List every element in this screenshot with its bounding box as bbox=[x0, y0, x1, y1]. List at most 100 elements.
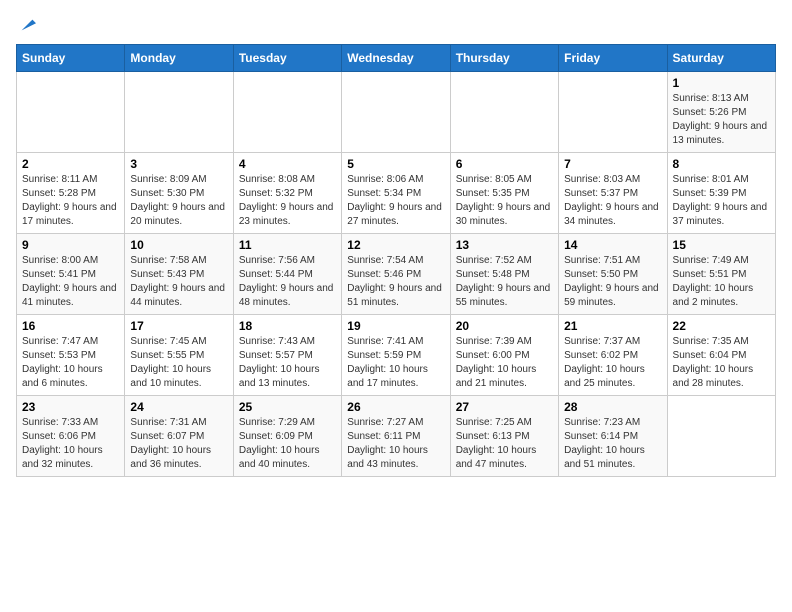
calendar-cell: 24 Sunrise: 7:31 AM Sunset: 6:07 PM Dayli… bbox=[125, 396, 233, 477]
day-number: 11 bbox=[239, 238, 336, 252]
day-number: 17 bbox=[130, 319, 227, 333]
day-number: 15 bbox=[673, 238, 770, 252]
calendar-header-row: SundayMondayTuesdayWednesdayThursdayFrid… bbox=[17, 45, 776, 72]
calendar-cell: 21 Sunrise: 7:37 AM Sunset: 6:02 PM Dayli… bbox=[559, 315, 667, 396]
day-info: Sunrise: 8:05 AM Sunset: 5:35 PM Dayligh… bbox=[456, 173, 553, 229]
day-number: 27 bbox=[456, 400, 553, 414]
column-header-wednesday: Wednesday bbox=[342, 45, 450, 72]
calendar-cell: 17 Sunrise: 7:45 AM Sunset: 5:55 PM Dayli… bbox=[125, 315, 233, 396]
column-header-saturday: Saturday bbox=[667, 45, 775, 72]
calendar-cell: 22Sunrise: 7:35 AM Sunset: 6:04 PM Dayli… bbox=[667, 315, 775, 396]
day-info: Sunrise: 7:45 AM Sunset: 5:55 PM Dayligh… bbox=[130, 335, 227, 391]
calendar-week-3: 9 Sunrise: 8:00 AM Sunset: 5:41 PM Daylig… bbox=[17, 234, 776, 315]
calendar-week-2: 2 Sunrise: 8:11 AM Sunset: 5:28 PM Daylig… bbox=[17, 153, 776, 234]
day-number: 14 bbox=[564, 238, 661, 252]
day-number: 9 bbox=[22, 238, 119, 252]
day-info: Sunrise: 7:49 AM Sunset: 5:51 PM Dayligh… bbox=[673, 254, 770, 310]
calendar-cell: 13 Sunrise: 7:52 AM Sunset: 5:48 PM Dayli… bbox=[450, 234, 558, 315]
calendar-cell: 25 Sunrise: 7:29 AM Sunset: 6:09 PM Dayli… bbox=[233, 396, 341, 477]
calendar-cell: 2 Sunrise: 8:11 AM Sunset: 5:28 PM Daylig… bbox=[17, 153, 125, 234]
day-info: Sunrise: 8:03 AM Sunset: 5:37 PM Dayligh… bbox=[564, 173, 661, 229]
day-number: 16 bbox=[22, 319, 119, 333]
calendar-cell bbox=[667, 396, 775, 477]
day-number: 4 bbox=[239, 157, 336, 171]
day-info: Sunrise: 8:01 AM Sunset: 5:39 PM Dayligh… bbox=[673, 173, 770, 229]
day-number: 7 bbox=[564, 157, 661, 171]
day-info: Sunrise: 7:39 AM Sunset: 6:00 PM Dayligh… bbox=[456, 335, 553, 391]
calendar-cell: 16 Sunrise: 7:47 AM Sunset: 5:53 PM Dayli… bbox=[17, 315, 125, 396]
calendar-cell: 19 Sunrise: 7:41 AM Sunset: 5:59 PM Dayli… bbox=[342, 315, 450, 396]
day-info: Sunrise: 8:09 AM Sunset: 5:30 PM Dayligh… bbox=[130, 173, 227, 229]
calendar-cell: 7 Sunrise: 8:03 AM Sunset: 5:37 PM Daylig… bbox=[559, 153, 667, 234]
logo bbox=[16, 16, 36, 34]
day-number: 8 bbox=[673, 157, 770, 171]
calendar-cell bbox=[342, 72, 450, 153]
day-number: 2 bbox=[22, 157, 119, 171]
day-info: Sunrise: 7:51 AM Sunset: 5:50 PM Dayligh… bbox=[564, 254, 661, 310]
calendar-cell: 4 Sunrise: 8:08 AM Sunset: 5:32 PM Daylig… bbox=[233, 153, 341, 234]
calendar-cell: 23 Sunrise: 7:33 AM Sunset: 6:06 PM Dayli… bbox=[17, 396, 125, 477]
day-number: 1 bbox=[673, 76, 770, 90]
day-number: 24 bbox=[130, 400, 227, 414]
day-number: 20 bbox=[456, 319, 553, 333]
calendar-cell: 8 Sunrise: 8:01 AM Sunset: 5:39 PM Daylig… bbox=[667, 153, 775, 234]
calendar-cell: 14 Sunrise: 7:51 AM Sunset: 5:50 PM Dayli… bbox=[559, 234, 667, 315]
calendar-cell: 28 Sunrise: 7:23 AM Sunset: 6:14 PM Dayli… bbox=[559, 396, 667, 477]
calendar-table: SundayMondayTuesdayWednesdayThursdayFrid… bbox=[16, 44, 776, 477]
calendar-cell: 18 Sunrise: 7:43 AM Sunset: 5:57 PM Dayli… bbox=[233, 315, 341, 396]
calendar-cell: 15 Sunrise: 7:49 AM Sunset: 5:51 PM Dayli… bbox=[667, 234, 775, 315]
day-info: Sunrise: 7:56 AM Sunset: 5:44 PM Dayligh… bbox=[239, 254, 336, 310]
calendar-week-1: 1Sunrise: 8:13 AM Sunset: 5:26 PM Daylig… bbox=[17, 72, 776, 153]
day-number: 10 bbox=[130, 238, 227, 252]
calendar-week-4: 16 Sunrise: 7:47 AM Sunset: 5:53 PM Dayli… bbox=[17, 315, 776, 396]
column-header-thursday: Thursday bbox=[450, 45, 558, 72]
day-info: Sunrise: 8:11 AM Sunset: 5:28 PM Dayligh… bbox=[22, 173, 119, 229]
day-number: 18 bbox=[239, 319, 336, 333]
calendar-cell: 6 Sunrise: 8:05 AM Sunset: 5:35 PM Daylig… bbox=[450, 153, 558, 234]
day-number: 23 bbox=[22, 400, 119, 414]
day-info: Sunrise: 7:54 AM Sunset: 5:46 PM Dayligh… bbox=[347, 254, 444, 310]
calendar-cell: 3 Sunrise: 8:09 AM Sunset: 5:30 PM Daylig… bbox=[125, 153, 233, 234]
day-info: Sunrise: 7:31 AM Sunset: 6:07 PM Dayligh… bbox=[130, 416, 227, 472]
calendar-cell: 20 Sunrise: 7:39 AM Sunset: 6:00 PM Dayli… bbox=[450, 315, 558, 396]
column-header-tuesday: Tuesday bbox=[233, 45, 341, 72]
day-info: Sunrise: 7:27 AM Sunset: 6:11 PM Dayligh… bbox=[347, 416, 444, 472]
logo-icon bbox=[18, 16, 36, 34]
day-info: Sunrise: 7:43 AM Sunset: 5:57 PM Dayligh… bbox=[239, 335, 336, 391]
day-number: 25 bbox=[239, 400, 336, 414]
calendar-cell bbox=[125, 72, 233, 153]
column-header-sunday: Sunday bbox=[17, 45, 125, 72]
calendar-cell bbox=[233, 72, 341, 153]
day-number: 6 bbox=[456, 157, 553, 171]
day-info: Sunrise: 7:41 AM Sunset: 5:59 PM Dayligh… bbox=[347, 335, 444, 391]
day-number: 26 bbox=[347, 400, 444, 414]
column-header-friday: Friday bbox=[559, 45, 667, 72]
day-number: 3 bbox=[130, 157, 227, 171]
day-number: 5 bbox=[347, 157, 444, 171]
column-header-monday: Monday bbox=[125, 45, 233, 72]
calendar-cell: 12Sunrise: 7:54 AM Sunset: 5:46 PM Dayli… bbox=[342, 234, 450, 315]
day-info: Sunrise: 8:08 AM Sunset: 5:32 PM Dayligh… bbox=[239, 173, 336, 229]
day-info: Sunrise: 7:52 AM Sunset: 5:48 PM Dayligh… bbox=[456, 254, 553, 310]
day-number: 22 bbox=[673, 319, 770, 333]
day-info: Sunrise: 7:58 AM Sunset: 5:43 PM Dayligh… bbox=[130, 254, 227, 310]
calendar-cell: 27 Sunrise: 7:25 AM Sunset: 6:13 PM Dayli… bbox=[450, 396, 558, 477]
calendar-cell: 11 Sunrise: 7:56 AM Sunset: 5:44 PM Dayli… bbox=[233, 234, 341, 315]
calendar-cell bbox=[17, 72, 125, 153]
calendar-cell: 26 Sunrise: 7:27 AM Sunset: 6:11 PM Dayli… bbox=[342, 396, 450, 477]
day-info: Sunrise: 8:06 AM Sunset: 5:34 PM Dayligh… bbox=[347, 173, 444, 229]
day-number: 19 bbox=[347, 319, 444, 333]
day-info: Sunrise: 7:29 AM Sunset: 6:09 PM Dayligh… bbox=[239, 416, 336, 472]
day-number: 21 bbox=[564, 319, 661, 333]
day-number: 13 bbox=[456, 238, 553, 252]
day-info: Sunrise: 7:25 AM Sunset: 6:13 PM Dayligh… bbox=[456, 416, 553, 472]
day-info: Sunrise: 7:37 AM Sunset: 6:02 PM Dayligh… bbox=[564, 335, 661, 391]
day-info: Sunrise: 7:23 AM Sunset: 6:14 PM Dayligh… bbox=[564, 416, 661, 472]
day-info: Sunrise: 7:33 AM Sunset: 6:06 PM Dayligh… bbox=[22, 416, 119, 472]
page-header bbox=[16, 16, 776, 34]
calendar-cell: 10 Sunrise: 7:58 AM Sunset: 5:43 PM Dayli… bbox=[125, 234, 233, 315]
day-info: Sunrise: 8:00 AM Sunset: 5:41 PM Dayligh… bbox=[22, 254, 119, 310]
calendar-cell bbox=[450, 72, 558, 153]
day-number: 28 bbox=[564, 400, 661, 414]
day-info: Sunrise: 7:47 AM Sunset: 5:53 PM Dayligh… bbox=[22, 335, 119, 391]
